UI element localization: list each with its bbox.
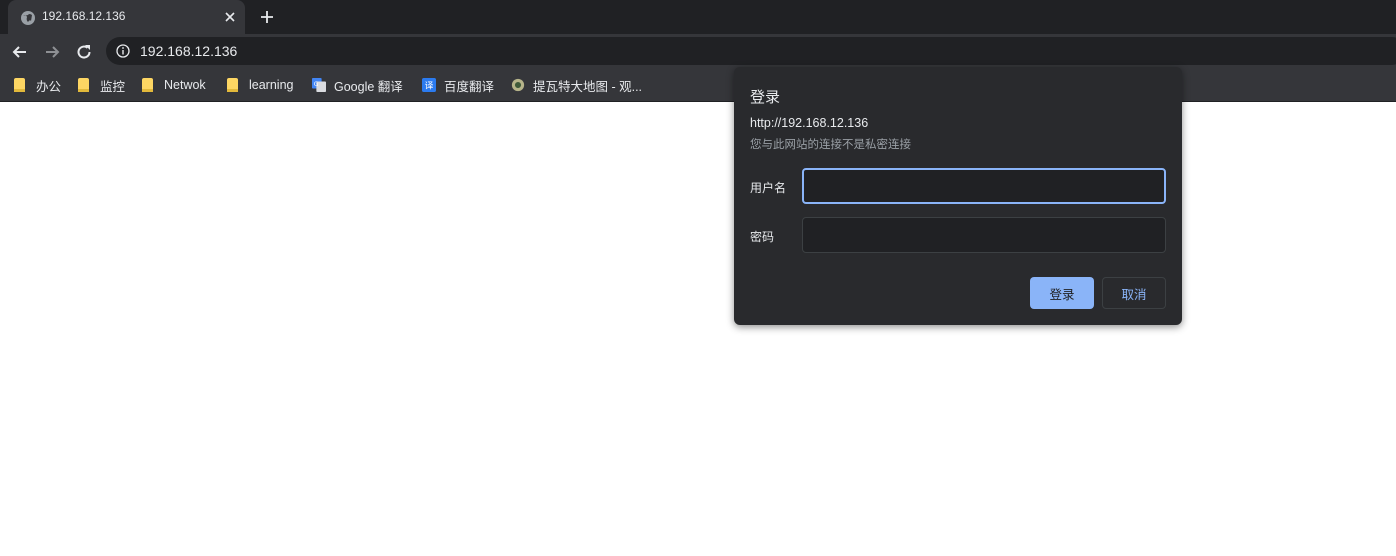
map-site-icon	[511, 78, 525, 92]
close-icon[interactable]	[222, 9, 238, 25]
sign-in-dialog: 登录 http://192.168.12.136 您与此网站的连接不是私密连接 …	[734, 67, 1182, 325]
folder-icon	[142, 78, 153, 92]
connection-warning: 您与此网站的连接不是私密连接	[750, 137, 911, 151]
dialog-origin: http://192.168.12.136	[750, 116, 869, 130]
bookmark-label: 百度翻译	[444, 79, 495, 94]
baidu-translate-icon: 译	[422, 78, 436, 92]
tab-title: 192.168.12.136	[42, 9, 126, 23]
arrow-right-icon[interactable]	[42, 42, 62, 62]
browser-tab[interactable]: 192.168.12.136	[8, 0, 245, 34]
bookmark-label: 监控	[100, 79, 126, 94]
folder-icon	[227, 78, 238, 92]
browser-toolbar: 192.168.12.136	[0, 34, 1396, 68]
new-tab-button[interactable]	[258, 8, 276, 26]
bookmark-label: 提瓦特大地图 - 观...	[533, 79, 643, 94]
folder-icon	[78, 78, 89, 92]
bookmark-folder-network[interactable]: Netwok	[142, 75, 206, 95]
bookmark-label: 办公	[36, 79, 62, 94]
bookmark-label: Netwok	[164, 78, 206, 92]
password-label: 密码	[750, 230, 775, 244]
address-bar[interactable]: 192.168.12.136	[106, 37, 1396, 65]
bookmark-teyvat-map[interactable]: 提瓦特大地图 - 观...	[511, 75, 642, 95]
sign-in-button[interactable]: 登录	[1030, 277, 1094, 309]
globe-icon	[21, 11, 35, 25]
bookmark-folder-learning[interactable]: learning	[227, 75, 293, 95]
username-label: 用户名	[750, 181, 787, 195]
bookmark-label: Google 翻译	[334, 79, 403, 94]
dialog-title: 登录	[750, 88, 781, 106]
bookmarks-bar: 办公 监控 Netwok learning G Google 翻译 译 百度翻译…	[0, 68, 1396, 102]
tab-strip: 192.168.12.136	[0, 0, 1396, 34]
cancel-button[interactable]: 取消	[1102, 277, 1166, 309]
google-translate-icon: G	[312, 78, 326, 92]
bookmark-google-translate[interactable]: G Google 翻译	[312, 75, 403, 95]
bookmark-folder-office[interactable]: 办公	[14, 75, 61, 95]
username-input[interactable]	[802, 168, 1166, 204]
svg-text:G: G	[314, 81, 319, 88]
arrow-left-icon[interactable]	[10, 42, 30, 62]
url-text[interactable]: 192.168.12.136	[140, 43, 237, 59]
password-input[interactable]	[802, 217, 1166, 253]
reload-icon[interactable]	[74, 42, 94, 62]
bookmark-label: learning	[249, 78, 294, 92]
bookmark-baidu-translate[interactable]: 译 百度翻译	[422, 75, 494, 95]
info-icon[interactable]	[116, 44, 130, 58]
folder-icon	[14, 78, 25, 92]
bookmark-folder-monitor[interactable]: 监控	[78, 75, 125, 95]
svg-text:译: 译	[425, 81, 434, 92]
